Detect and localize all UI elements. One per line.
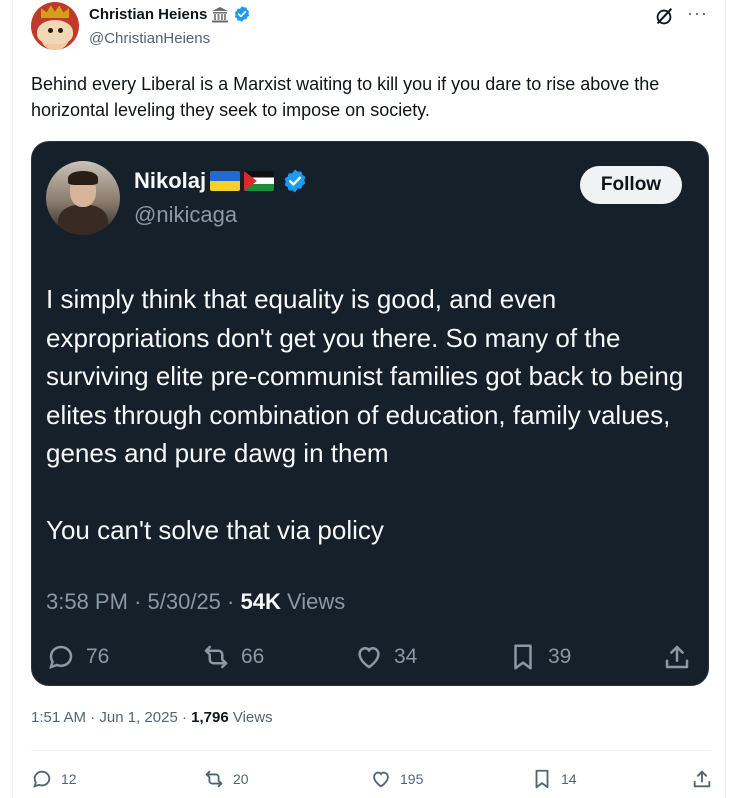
- quoted-share-button[interactable]: [662, 642, 692, 672]
- repost-icon: [204, 645, 228, 669]
- quoted-views-label: Views: [286, 589, 346, 614]
- post-views-count: 1,796: [191, 709, 229, 726]
- quoted-reply-button[interactable]: 76: [46, 642, 109, 672]
- divider: [31, 750, 711, 751]
- bookmark-icon: [535, 769, 549, 789]
- quoted-like-button[interactable]: 34: [354, 642, 417, 672]
- reply-icon: [33, 770, 51, 788]
- quoted-repost-count: 66: [241, 645, 265, 668]
- post-time[interactable]: 1:51 AM: [31, 709, 86, 726]
- like-count: 195: [400, 771, 424, 787]
- like-icon: [373, 771, 389, 788]
- quoted-time[interactable]: 3:58 PM: [46, 589, 128, 614]
- verified-badge-icon: [284, 169, 306, 193]
- quoted-repost-button[interactable]: 66: [201, 642, 264, 672]
- bookmark-count: 14: [561, 771, 577, 787]
- more-icon[interactable]: ···: [687, 4, 709, 28]
- bank-icon: [212, 6, 229, 22]
- quoted-author-name[interactable]: Nikolaj: [134, 168, 308, 194]
- post-action-bar: 12 20 195 14: [31, 768, 711, 794]
- share-icon: [665, 645, 689, 669]
- quoted-date[interactable]: 5/30/25: [148, 589, 221, 614]
- repost-button[interactable]: 20: [203, 768, 249, 790]
- quoted-paragraph: You can't solve that via policy: [46, 515, 384, 545]
- quoted-author-handle[interactable]: @nikicaga: [134, 202, 237, 228]
- quoted-like-count: 34: [394, 645, 418, 668]
- reply-count: 12: [61, 771, 77, 787]
- reply-button[interactable]: 12: [31, 768, 77, 790]
- quoted-views-count: 54K: [240, 589, 281, 614]
- grok-icon[interactable]: [653, 6, 675, 28]
- repost-count: 20: [233, 771, 249, 787]
- quoted-post-text: I simply think that equality is good, an…: [46, 280, 696, 550]
- palestine-flag-icon: [244, 171, 275, 191]
- verified-badge-icon: [235, 6, 250, 22]
- share-button[interactable]: [691, 768, 713, 790]
- repost-icon: [205, 770, 223, 788]
- follow-button[interactable]: Follow: [580, 166, 682, 204]
- quoted-paragraph: I simply think that equality is good, an…: [46, 284, 684, 468]
- author-name[interactable]: Christian Heiens: [89, 5, 251, 23]
- quoted-action-bar: 76 66 34 39: [46, 642, 696, 674]
- post-text: Behind every Liberal is a Marxist waitin…: [31, 74, 660, 120]
- like-icon: [358, 646, 380, 669]
- author-avatar[interactable]: [31, 2, 79, 50]
- share-icon: [693, 770, 711, 788]
- post-timestamp: 1:51 AM · Jun 1, 2025 · 1,796 Views: [31, 709, 273, 726]
- quoted-bookmark-button[interactable]: 39: [508, 642, 571, 672]
- author-handle[interactable]: @ChristianHeiens: [89, 30, 210, 47]
- author-name-text[interactable]: Christian Heiens: [89, 6, 207, 23]
- quoted-post-meta: 3:58 PM · 5/30/25 · 54K Views: [46, 589, 346, 614]
- post-views-label: Views: [232, 709, 273, 726]
- quoted-post[interactable]: Nikolaj @nikicaga Follow I simply think …: [31, 141, 709, 686]
- reply-icon: [49, 645, 73, 669]
- bookmark-button[interactable]: 14: [531, 768, 577, 790]
- post-card: Christian Heiens @ChristianHeiens ··· Be…: [12, 0, 726, 798]
- ukraine-flag-icon: [210, 171, 241, 191]
- quoted-author-name-text[interactable]: Nikolaj: [134, 168, 206, 194]
- quoted-bookmark-count: 39: [548, 645, 572, 668]
- like-button[interactable]: 195: [370, 768, 423, 790]
- bookmark-icon: [514, 644, 532, 670]
- post-date[interactable]: Jun 1, 2025: [99, 709, 177, 726]
- quoted-author-avatar[interactable]: [46, 161, 120, 235]
- quoted-reply-count: 76: [86, 645, 110, 668]
